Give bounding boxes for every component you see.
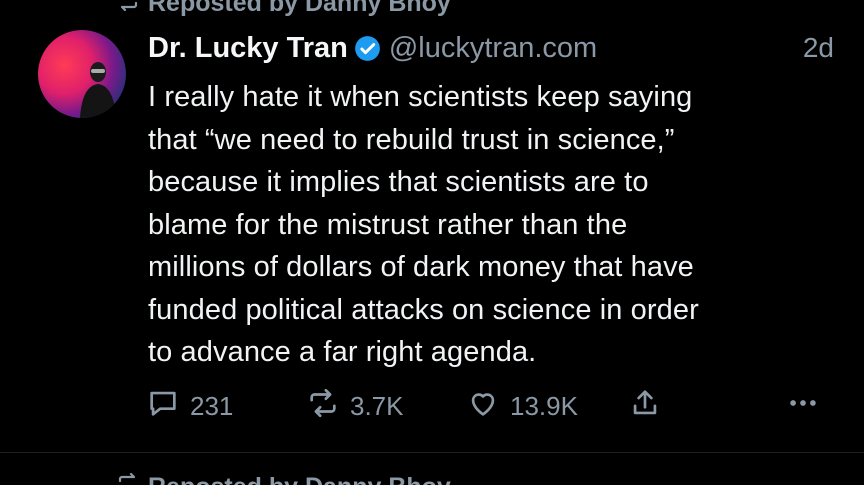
post-text-line: millions of dollars of dark money that h… — [148, 251, 694, 283]
repost-count: 3.7K — [350, 391, 404, 421]
post-text: I really hate it when scientists keep sa… — [148, 76, 838, 374]
post-text-line: I really hate it when scientists keep sa… — [148, 81, 693, 113]
post-text-line: that “we need to rebuild trust in scienc… — [148, 123, 675, 156]
post-timestamp[interactable]: 2d — [803, 32, 834, 64]
avatar-person-figure — [80, 62, 116, 118]
post-text-line: funded political attacks on science in o… — [148, 293, 699, 326]
repost-indicator[interactable]: Reposted by Danny Bhoy — [116, 0, 451, 19]
author-handle[interactable]: @luckytran.com — [389, 32, 597, 65]
reply-button[interactable]: 231 — [146, 386, 233, 427]
post-text-line: blame for the mistrust rather than the — [148, 208, 628, 241]
post-header: Dr. Lucky Tran @luckytran.com 2d — [148, 28, 834, 68]
post-text-line: because it implies that scientists are t… — [148, 166, 649, 198]
more-options-button[interactable] — [786, 386, 820, 427]
repost-icon — [116, 472, 140, 485]
feed-viewport: Reposted by Danny Bhoy Dr. Lucky Tran @l… — [0, 0, 864, 485]
post-actions: 231 3.7K 13.9K — [146, 386, 836, 426]
share-button[interactable] — [628, 386, 662, 427]
reply-count: 231 — [190, 391, 234, 421]
avatar[interactable] — [38, 30, 126, 118]
more-icon — [786, 386, 820, 427]
repost-label: Reposted by Danny Bhoy — [148, 0, 451, 17]
repost-button[interactable]: 3.7K — [306, 386, 404, 427]
repost-label: Reposted by Danny Bhoy — [148, 473, 451, 485]
like-button[interactable]: 13.9K — [466, 386, 578, 427]
post-card[interactable]: Dr. Lucky Tran @luckytran.com 2d I reall… — [0, 22, 864, 452]
like-icon — [466, 386, 500, 427]
post-divider — [0, 452, 864, 453]
reply-icon — [146, 386, 180, 427]
repost-icon — [306, 386, 340, 427]
repost-indicator-next[interactable]: Reposted by Danny Bhoy — [116, 472, 451, 485]
verified-badge-icon — [354, 35, 381, 62]
repost-icon — [116, 0, 140, 19]
share-icon — [628, 386, 662, 427]
like-count: 13.9K — [510, 391, 578, 421]
post-text-line: to advance a far right agenda. — [148, 336, 537, 368]
author-display-name[interactable]: Dr. Lucky Tran — [148, 32, 348, 65]
